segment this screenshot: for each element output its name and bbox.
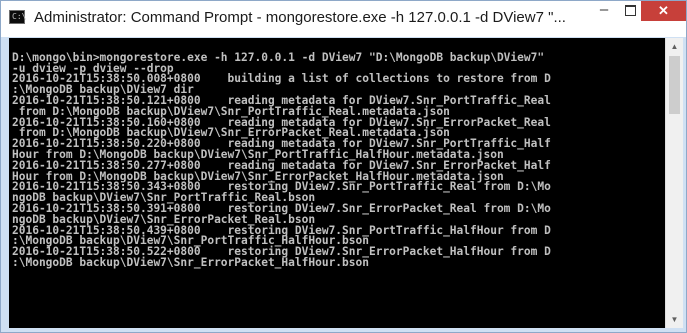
vertical-scrollbar[interactable]: ▲ ▼ <box>665 38 683 328</box>
prompt-glyph: C:\ <box>12 12 27 21</box>
console-line: :\MongoDB backup\DView7\Snr_ErrorPacket_… <box>12 255 369 269</box>
close-button[interactable]: ✕ <box>641 1 686 21</box>
scrollbar-thumb[interactable] <box>669 56 680 114</box>
console-text: D:\mongo\bin>mongorestore.exe -h 127.0.0… <box>12 42 551 269</box>
scroll-down-arrow-icon[interactable]: ▼ <box>666 311 683 328</box>
title-bar[interactable]: C:\ Administrator: Command Prompt - mong… <box>1 1 686 37</box>
command-prompt-window: C:\ Administrator: Command Prompt - mong… <box>0 0 687 333</box>
scroll-up-arrow-icon[interactable]: ▲ <box>666 38 683 55</box>
minimize-button[interactable]: – <box>591 1 617 21</box>
command-prompt-icon[interactable]: C:\ <box>9 10 27 24</box>
console-output[interactable]: D:\mongo\bin>mongorestore.exe -h 127.0.0… <box>9 38 665 328</box>
maximize-button[interactable] <box>617 1 643 21</box>
window-title: Administrator: Command Prompt - mongores… <box>34 9 566 26</box>
maximize-icon <box>625 5 636 16</box>
